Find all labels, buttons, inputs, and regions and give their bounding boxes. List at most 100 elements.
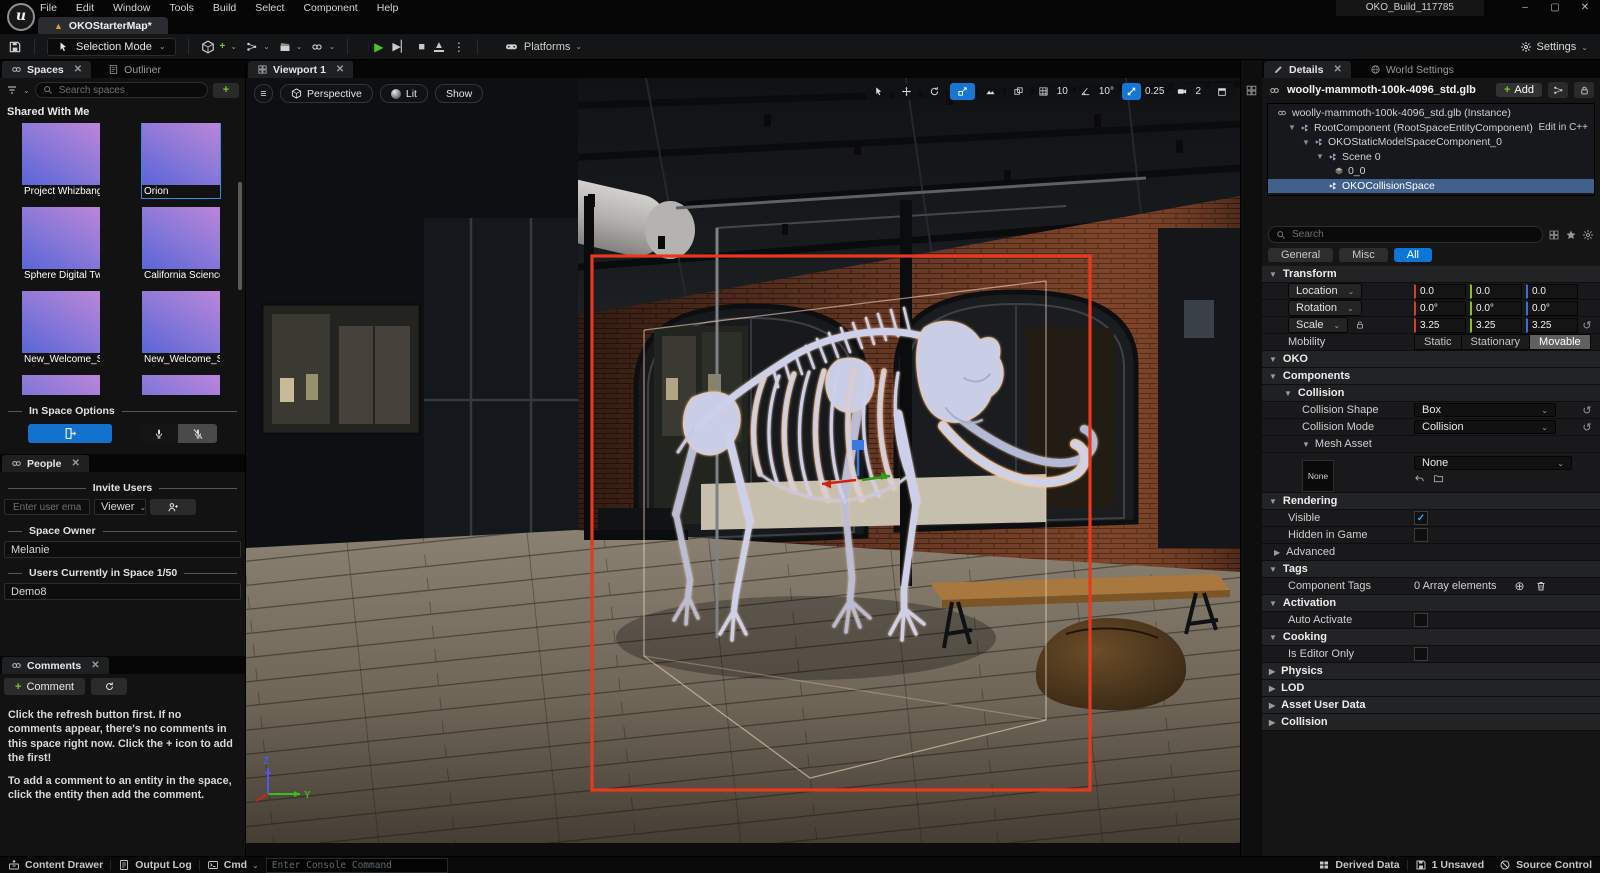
mobility-stationary[interactable]: Stationary (1461, 334, 1531, 350)
add-comment-button[interactable]: +Comment (4, 678, 85, 695)
blueprint-icon-button[interactable] (1548, 82, 1568, 98)
physics-section-header[interactable]: ▶Physics (1262, 663, 1600, 680)
viewport-canvas[interactable]: Y Z ≡ Perspective Lit (246, 78, 1240, 843)
scale-y-field[interactable]: 3.25 (1470, 318, 1522, 333)
settings-dropdown[interactable]: Settings ⌄ (1520, 34, 1588, 60)
menu-edit[interactable]: Edit (76, 2, 94, 14)
refresh-comments-button[interactable] (91, 678, 127, 695)
chevron-down-icon[interactable]: ⌄ (23, 86, 30, 95)
source-control-button[interactable]: Source Control (1499, 859, 1592, 871)
tags-section-header[interactable]: ▼Tags (1262, 561, 1600, 578)
menu-window[interactable]: Window (113, 2, 150, 14)
selection-mode-dropdown[interactable]: Selection Mode ⌄ (47, 38, 176, 56)
display-options-icon[interactable] (1548, 229, 1560, 241)
restore-button[interactable]: ▢ (1540, 0, 1570, 16)
mesh-asset-header-row[interactable]: ▼Mesh Asset (1262, 436, 1600, 453)
space-thumbnail[interactable]: New_Welcome_Sp... (142, 291, 220, 366)
collision-subsection-header[interactable]: ▼Collision (1262, 385, 1600, 402)
transform-section-header[interactable]: ▼Transform (1262, 266, 1600, 283)
role-dropdown[interactable]: Viewer⌄ (94, 499, 146, 515)
collision-bottom-section-header[interactable]: ▶Collision (1262, 714, 1600, 731)
close-icon[interactable]: ✕ (1333, 64, 1341, 75)
show-dropdown[interactable]: Show (435, 84, 483, 103)
menu-help[interactable]: Help (377, 2, 399, 14)
space-thumbnail[interactable] (22, 375, 100, 395)
rotation-x-field[interactable]: 0.0° (1414, 301, 1466, 316)
scale-x-field[interactable]: 3.25 (1414, 318, 1466, 333)
space-thumbnail[interactable]: Sphere Digital Twin (22, 207, 100, 282)
close-icon[interactable]: ✕ (336, 64, 344, 75)
space-thumbnail[interactable] (142, 375, 220, 395)
viewport-options-button[interactable]: ≡ (254, 84, 273, 103)
close-icon[interactable]: ✕ (91, 660, 99, 671)
add-actor-button[interactable]: +⌄ (201, 40, 238, 54)
rotate-tool-button[interactable] (922, 83, 947, 100)
scale-dropdown[interactable]: Scale⌄ (1288, 317, 1348, 333)
rotation-snap-control[interactable]: 10° (1076, 83, 1119, 100)
rotation-dropdown[interactable]: Rotation⌄ (1288, 300, 1362, 316)
reset-to-default-button[interactable]: ↺ (1578, 421, 1596, 434)
tree-row-collisionspace[interactable]: OKOCollisionSpace (1268, 179, 1594, 194)
details-search-box[interactable] (1268, 226, 1543, 243)
enter-space-button[interactable] (28, 424, 112, 443)
is-editor-only-checkbox[interactable] (1414, 647, 1428, 661)
link-button[interactable]: ⌄ (311, 41, 335, 53)
trash-icon[interactable] (1535, 580, 1547, 592)
scale-tool-button[interactable] (950, 83, 975, 100)
reset-to-default-button[interactable]: ↺ (1578, 404, 1596, 417)
cinematics-button[interactable]: ⌄ (279, 41, 303, 53)
mobility-static[interactable]: Static (1414, 334, 1462, 350)
add-array-element-icon[interactable]: ⊕ (1515, 579, 1525, 593)
hidden-in-game-checkbox[interactable] (1414, 528, 1428, 542)
camera-speed-control[interactable]: 2 (1172, 83, 1206, 100)
tab-viewport[interactable]: Viewport 1 ✕ (248, 61, 353, 78)
tree-row-rootcomponent[interactable]: ▼ RootComponent (RootSpaceEntityComponen… (1268, 121, 1594, 136)
perspective-dropdown[interactable]: Perspective (280, 84, 373, 103)
menu-select[interactable]: Select (255, 2, 284, 14)
tree-row-scene0[interactable]: ▼ Scene 0 (1268, 150, 1594, 165)
content-drawer-button[interactable]: Content Drawer (8, 859, 103, 871)
derived-data-button[interactable]: Derived Data (1318, 859, 1399, 871)
panel-grid-icon[interactable] (1245, 84, 1258, 97)
add-user-button[interactable] (150, 499, 196, 515)
tab-details[interactable]: Details ✕ (1264, 61, 1351, 78)
rotation-z-field[interactable]: 0.0° (1526, 301, 1578, 316)
menu-build[interactable]: Build (213, 2, 236, 14)
expander-icon[interactable]: ▼ (1302, 138, 1310, 147)
rendering-section-header[interactable]: ▼Rendering (1262, 493, 1600, 510)
user-row[interactable]: Demo8 (4, 583, 241, 600)
location-z-field[interactable]: 0.0 (1526, 284, 1578, 299)
console-command-input[interactable] (266, 858, 448, 873)
menu-file[interactable]: File (40, 2, 57, 14)
auto-activate-checkbox[interactable] (1414, 613, 1428, 627)
level-tab[interactable]: ▲ OKOStarterMap* (38, 17, 168, 34)
components-section-header[interactable]: ▼Components (1262, 368, 1600, 385)
menu-component[interactable]: Component (303, 2, 357, 14)
menu-tools[interactable]: Tools (169, 2, 194, 14)
surface-snap-button[interactable] (1006, 83, 1031, 100)
location-x-field[interactable]: 0.0 (1414, 284, 1466, 299)
mobility-movable[interactable]: Movable (1529, 334, 1591, 350)
space-thumbnail[interactable]: Project Whizbang (22, 123, 100, 198)
visible-checkbox[interactable]: ✓ (1414, 511, 1428, 525)
invite-email-box[interactable] (4, 499, 90, 515)
tree-row-staticmodel[interactable]: ▼ OKOStaticModelSpaceComponent_0 (1268, 135, 1594, 150)
tab-comments[interactable]: Comments ✕ (2, 657, 109, 674)
scale-z-field[interactable]: 3.25 (1526, 318, 1578, 333)
settings-gear-icon[interactable] (1582, 229, 1594, 241)
add-component-button[interactable]: +Add (1496, 83, 1542, 97)
filter-general[interactable]: General (1268, 248, 1333, 262)
space-thumbnail-selected[interactable]: Orion (142, 123, 220, 198)
tree-row-mesh[interactable]: 0_0 (1268, 164, 1594, 179)
tab-outliner[interactable]: Outliner (99, 61, 170, 78)
save-button[interactable] (8, 40, 22, 54)
reset-to-default-button[interactable]: ↺ (1578, 319, 1596, 332)
filter-all[interactable]: All (1394, 248, 1432, 262)
eject-button[interactable]: ▲ (434, 41, 444, 52)
close-icon[interactable]: ✕ (71, 458, 79, 469)
play-button[interactable]: ▶ (374, 40, 383, 54)
tab-people[interactable]: People ✕ (2, 455, 89, 472)
stop-button[interactable]: ■ (418, 41, 425, 53)
lock-open-icon[interactable] (1355, 320, 1365, 330)
invite-email-input[interactable] (11, 501, 83, 514)
